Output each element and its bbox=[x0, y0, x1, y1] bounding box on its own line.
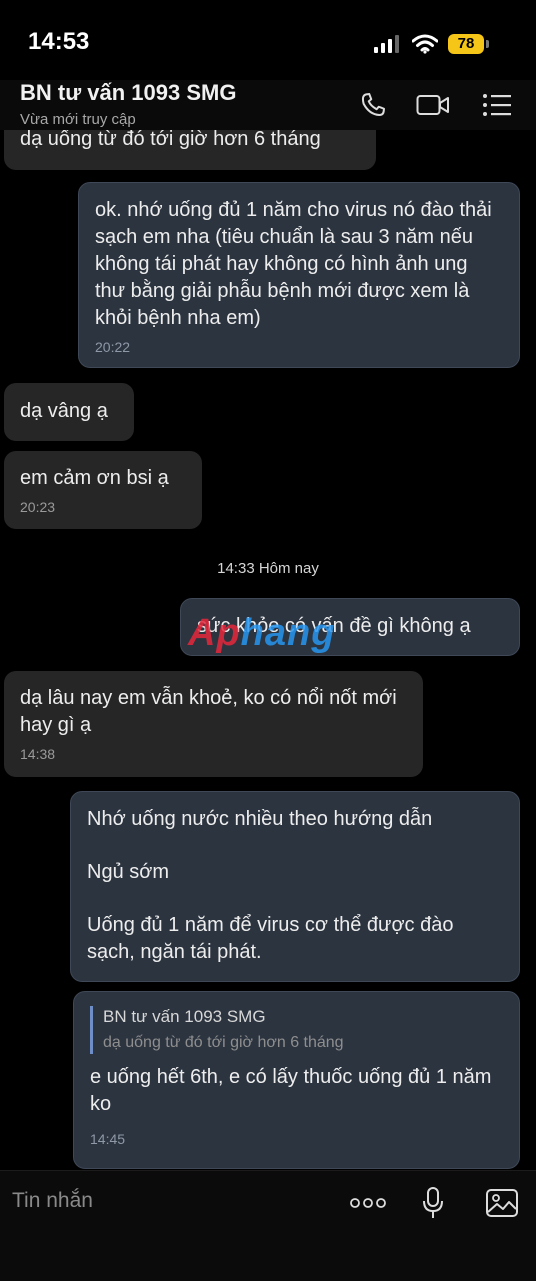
message-text: e uống hết 6th, e có lấy thuốc uống đủ 1… bbox=[90, 1066, 492, 1115]
message-line: Ngủ sớm bbox=[87, 861, 170, 883]
message-bubble-incoming[interactable]: em cảm ơn bsi ạ 20:23 bbox=[4, 451, 202, 529]
quoted-message[interactable]: BN tư vấn 1093 SMG dạ uống từ đó tới giờ… bbox=[90, 1006, 503, 1054]
more-icon[interactable] bbox=[350, 1187, 386, 1219]
chat-status: Vừa mới truy cập bbox=[20, 111, 136, 128]
image-icon[interactable] bbox=[484, 1187, 520, 1219]
message-input-bar: Tin nhắn bbox=[0, 1170, 536, 1281]
message-bubble-reply[interactable]: BN tư vấn 1093 SMG dạ uống từ đó tới giờ… bbox=[73, 991, 520, 1169]
chat-header: BN tư vấn 1093 SMG Vừa mới truy cập bbox=[0, 80, 536, 130]
message-text: ok. nhớ uống đủ 1 năm cho virus nó đào t… bbox=[95, 199, 492, 329]
message-bubble-outgoing[interactable]: ok. nhớ uống đủ 1 năm cho virus nó đào t… bbox=[78, 182, 520, 368]
message-bubble-incoming[interactable]: dạ lâu nay em vẫn khoẻ, ko có nổi nốt mớ… bbox=[4, 671, 423, 777]
message-input[interactable]: Tin nhắn bbox=[12, 1189, 93, 1213]
video-call-icon[interactable] bbox=[416, 90, 450, 120]
message-text: dạ vâng ạ bbox=[20, 400, 108, 422]
message-text: sức khỏe có vấn đề gì không ạ bbox=[197, 615, 471, 637]
message-list[interactable]: dạ uống từ đó tới giờ hơn 6 tháng ok. nh… bbox=[0, 0, 536, 1170]
message-line: Uống đủ 1 năm để virus cơ thể được đào s… bbox=[87, 914, 454, 963]
message-time: 14:45 bbox=[90, 1131, 126, 1147]
microphone-icon[interactable] bbox=[415, 1187, 451, 1219]
message-text: dạ lâu nay em vẫn khoẻ, ko có nổi nốt mớ… bbox=[20, 687, 397, 736]
message-bubble-incoming[interactable]: dạ vâng ạ bbox=[4, 383, 134, 441]
message-text: dạ uống từ đó tới giờ hơn 6 tháng bbox=[20, 128, 321, 150]
quoted-text: dạ uống từ đó tới giờ hơn 6 tháng bbox=[103, 1034, 344, 1051]
message-line: Nhớ uống nước nhiều theo hướng dẫn bbox=[87, 808, 433, 830]
message-bubble-outgoing[interactable]: sức khỏe có vấn đề gì không ạ bbox=[180, 598, 520, 656]
message-time: 14:38 bbox=[20, 746, 56, 762]
message-bubble-outgoing[interactable]: Nhớ uống nước nhiều theo hướng dẫn Ngủ s… bbox=[70, 791, 520, 982]
message-time: 20:23 bbox=[20, 499, 56, 515]
menu-icon[interactable] bbox=[480, 90, 514, 120]
chat-title[interactable]: BN tư vấn 1093 SMG bbox=[20, 80, 236, 106]
phone-icon[interactable] bbox=[356, 90, 390, 120]
message-time: 20:22 bbox=[95, 339, 131, 355]
quoted-sender: BN tư vấn 1093 SMG bbox=[103, 1007, 266, 1026]
message-text: em cảm ơn bsi ạ bbox=[20, 467, 169, 489]
date-separator: 14:33 Hôm nay bbox=[217, 560, 319, 577]
